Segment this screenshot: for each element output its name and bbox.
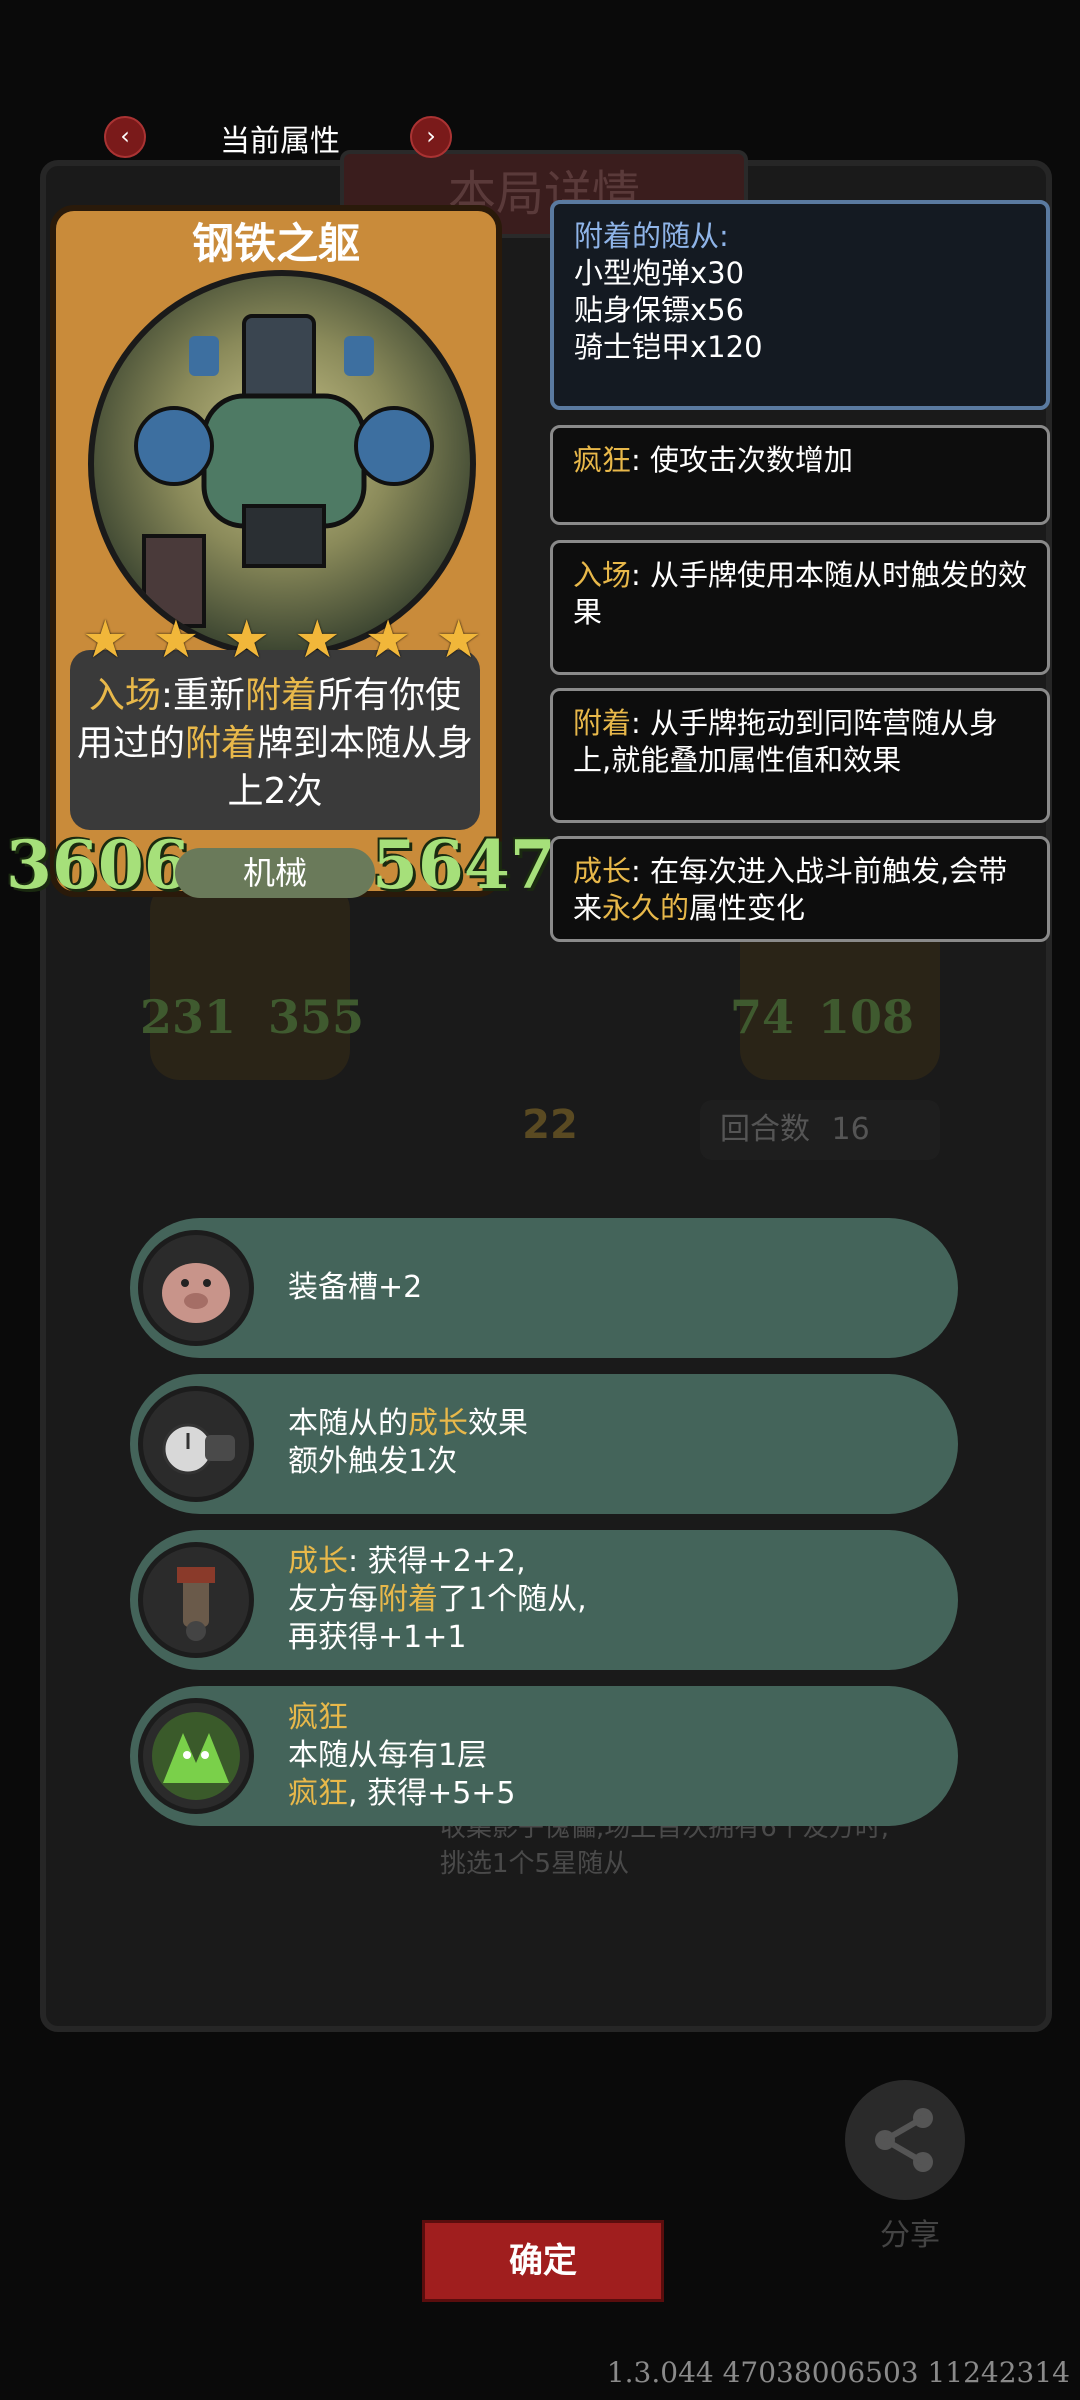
modifier-line: 疯狂, 获得+5+5	[288, 1775, 928, 1813]
share-label: 分享	[880, 2218, 940, 2253]
attack-stat: 3606	[6, 826, 190, 904]
attached-title: 附着的随从:	[574, 219, 729, 253]
keyword-battlecry: 入场	[88, 675, 161, 716]
keyword-desc-highlight: 永久的	[602, 891, 690, 925]
modifier-line: 本随从每有1层	[288, 1738, 488, 1773]
page-title: 当前属性	[220, 124, 340, 159]
modifier-keyword: 疯狂	[288, 1776, 348, 1811]
chevron-left-icon: ‹	[120, 122, 130, 150]
modifier-fragment: 了1个随从,	[438, 1582, 587, 1617]
star-icon: ★	[82, 610, 129, 670]
modifier-text: 装备槽+2	[288, 1269, 928, 1307]
star-icon: ★	[152, 610, 200, 670]
keyword-term: 成长	[573, 854, 632, 888]
modifier-keyword: 成长	[408, 1406, 468, 1441]
background-stat: 74	[730, 990, 795, 1044]
background-minion-left	[150, 880, 350, 1080]
prev-button[interactable]: ‹	[104, 116, 146, 158]
keyword-growth-panel: 成长: 在每次进入战斗前触发,会带来永久的属性变化	[550, 836, 1050, 942]
effect-text: 牌到本随从身上2次	[227, 723, 474, 812]
attached-item: 骑士铠甲x120	[574, 330, 763, 364]
modifier-fragment: , 获得+5+5	[348, 1776, 516, 1811]
attached-item: 小型炮弹x30	[574, 256, 745, 290]
background-stat: 108	[818, 990, 915, 1044]
modifier-keyword: 成长	[288, 1544, 348, 1579]
modifier-fragment: 本随从的	[288, 1406, 408, 1441]
modifier-keyword: 疯狂	[288, 1700, 348, 1735]
keyword-term: 入场	[573, 558, 632, 592]
confirm-button[interactable]: 确定	[422, 2220, 664, 2302]
card-effect-text: 入场:重新附着所有你使用过的附着牌到本随从身上2次	[72, 672, 478, 816]
pig-icon	[138, 1230, 254, 1346]
background-stat: 231	[140, 990, 237, 1044]
mechanical-arm-icon	[138, 1542, 254, 1658]
modifier-line: 本随从的成长效果	[288, 1405, 928, 1443]
version-text: 1.3.044 47038006503 11242314	[606, 2356, 1070, 2389]
tribe-label: 机械	[175, 848, 375, 898]
keyword-term: 附着	[573, 706, 632, 740]
star-icon: ★	[294, 610, 341, 670]
round-value: 16	[831, 1112, 870, 1147]
modifier-line: 额外触发1次	[288, 1444, 458, 1479]
attached-item: 贴身保镖x56	[574, 293, 745, 327]
attached-minions-panel: 附着的随从: 小型炮弹x30 贴身保镖x56 骑士铠甲x120	[550, 200, 1050, 410]
chevron-right-icon: ›	[426, 122, 436, 150]
modifier-keyword: 附着	[378, 1582, 438, 1617]
stopwatch-gauntlet-icon	[138, 1386, 254, 1502]
keyword-battlecry-panel: 入场: 从手牌使用本随从时触发的效果	[550, 540, 1050, 675]
modifier-line: 再获得+1+1	[288, 1620, 467, 1655]
keyword-attach: 附着	[245, 675, 318, 716]
modifier-fragment: : 获得+2+2,	[348, 1544, 526, 1579]
modifier-text: 成长: 获得+2+2, 友方每附着了1个随从, 再获得+1+1	[288, 1543, 928, 1657]
green-beast-icon	[138, 1698, 254, 1814]
card-name: 钢铁之躯	[191, 219, 360, 268]
next-button[interactable]: ›	[410, 116, 452, 158]
star-icon: ★	[364, 610, 412, 670]
round-label: 回合数	[720, 1112, 810, 1147]
star-icon: ★	[223, 610, 270, 670]
robot-portrait-icon	[88, 270, 476, 658]
round-counter: 回合数 16	[700, 1100, 940, 1160]
keyword-attach-panel: 附着: 从手牌拖动到同阵营随从身上,就能叠加属性值和效果	[550, 688, 1050, 823]
modifier-line: 友方每附着了1个随从,	[288, 1581, 928, 1619]
keyword-desc: : 从手牌拖动到同阵营随从身上,就能叠加属性值和效果	[573, 706, 999, 777]
keyword-frenzy-panel: 疯狂: 使攻击次数增加	[550, 425, 1050, 525]
star-icon: ★	[435, 610, 482, 670]
keyword-desc: : 从手牌使用本随从时触发的效果	[573, 558, 1028, 629]
modifier-line: 成长: 获得+2+2,	[288, 1543, 928, 1581]
keyword-term: 疯狂	[573, 443, 632, 477]
share-icon	[875, 2108, 933, 2172]
turn-counter: 22	[522, 1102, 578, 1148]
share-button[interactable]	[845, 2080, 965, 2200]
keyword-desc: : 使攻击次数增加	[631, 443, 854, 477]
desc-line: 挑选1个5星随从	[440, 1849, 630, 1879]
star-rating: ★ ★ ★ ★ ★ ★	[82, 612, 482, 668]
modifier-line: 装备槽+2	[288, 1270, 423, 1305]
background-stat: 355	[268, 990, 365, 1044]
modifier-fragment: 友方每	[288, 1582, 378, 1617]
modifier-text: 疯狂 本随从每有1层 疯狂, 获得+5+5	[288, 1699, 928, 1813]
keyword-desc: 属性变化	[689, 891, 806, 925]
effect-text: :重新	[160, 675, 246, 716]
modifier-text: 本随从的成长效果 额外触发1次	[288, 1405, 928, 1481]
health-stat: 5647	[372, 826, 556, 904]
modifier-fragment: 效果	[468, 1406, 528, 1441]
keyword-attach: 附着	[184, 723, 257, 764]
